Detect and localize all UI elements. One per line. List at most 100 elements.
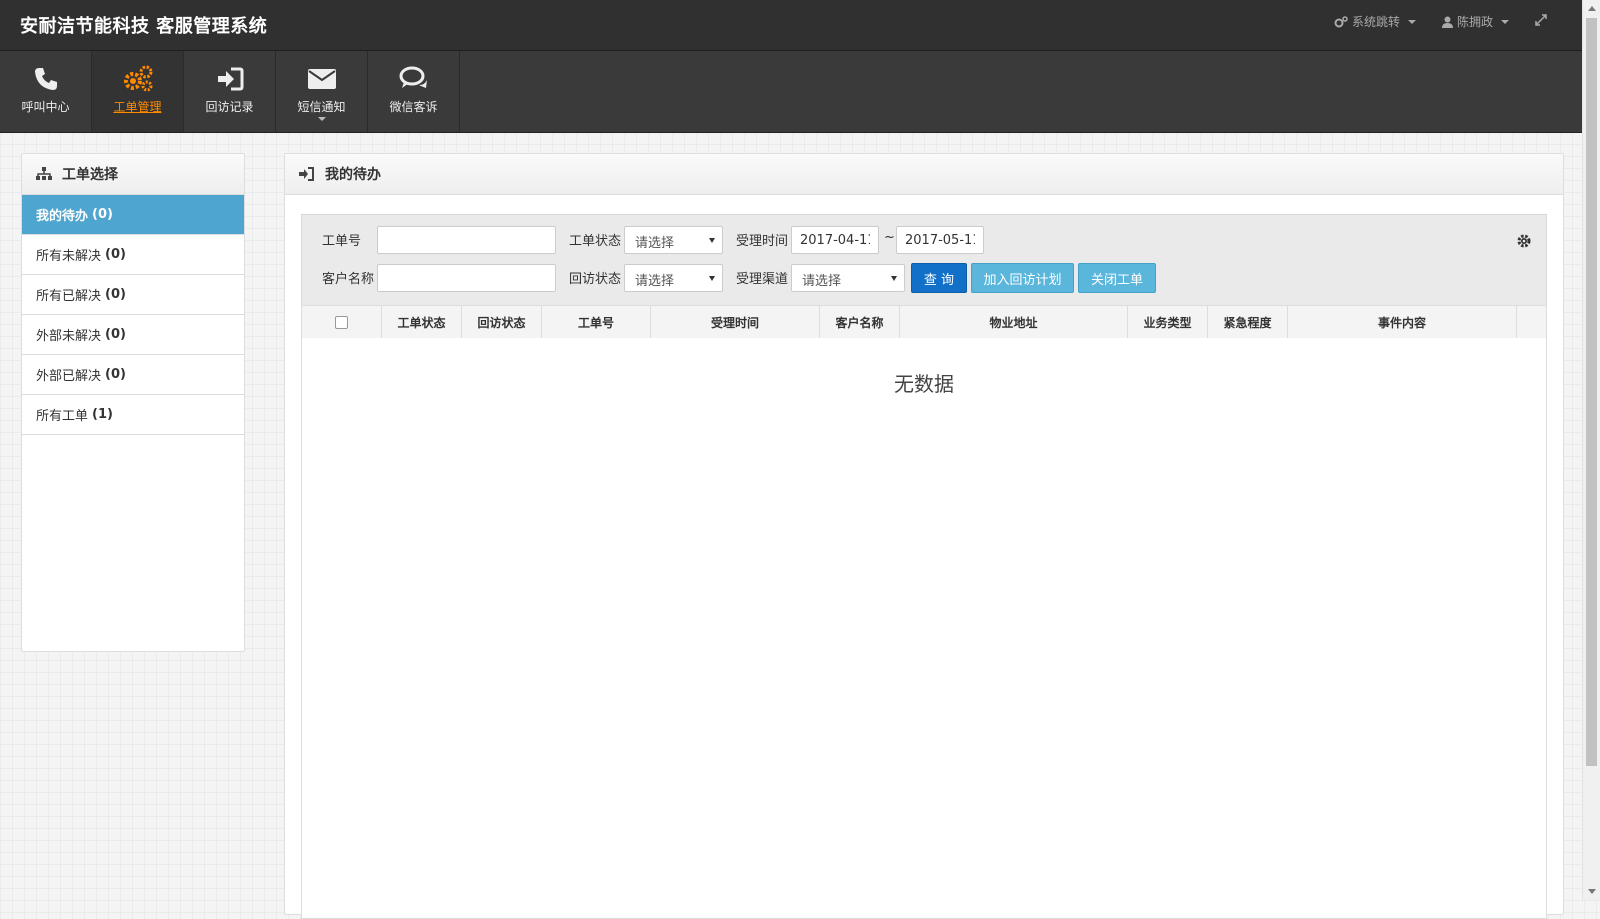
status-select-value: 请选择 (635, 236, 675, 251)
customer-input[interactable] (377, 264, 556, 292)
time-label: 受理时间 (736, 234, 789, 249)
system-switch-label: 系统跳转 (1352, 15, 1401, 29)
app-title: 安耐洁节能科技 客服管理系统 (20, 16, 268, 37)
expand-icon (1535, 14, 1547, 26)
sidebar-item-all-unresolved[interactable]: 所有未解决 (0) (22, 235, 244, 275)
sidebar-item-count: (1) (92, 407, 113, 422)
order-filter-sidebar: 工单选择 我的待办 (0) 所有未解决 (0) 所有已解决 (0) 外部未解决 … (21, 153, 245, 652)
nav-call-center[interactable]: 呼叫中心 (0, 51, 92, 132)
customer-label: 客户名称 (322, 272, 375, 287)
chevron-down-icon (1501, 19, 1510, 24)
page-scrollbar[interactable] (1582, 0, 1600, 900)
sidebar-item-external-resolved[interactable]: 外部已解决 (0) (22, 355, 244, 395)
sidebar-item-all-resolved[interactable]: 所有已解决 (0) (22, 275, 244, 315)
channel-select-value: 请选择 (802, 274, 842, 289)
user-icon (1442, 16, 1453, 28)
sidebar-item-external-unresolved[interactable]: 外部未解决 (0) (22, 315, 244, 355)
sidebar-item-count: (0) (105, 247, 126, 262)
scroll-thumb[interactable] (1586, 18, 1597, 766)
sidebar-item-my-todo[interactable]: 我的待办 (0) (22, 195, 244, 235)
status-label: 工单状态 (569, 234, 622, 249)
sidebar-title: 工单选择 (62, 167, 118, 183)
dropdown-arrow-icon (709, 276, 715, 281)
table-header: 工单状态 回访状态 工单号 受理时间 客户名称 物业地址 业务类型 紧急程度 事… (301, 305, 1547, 339)
time-to-input[interactable] (896, 226, 984, 254)
gear-icon (1517, 234, 1531, 248)
fullscreen-button[interactable] (1535, 14, 1547, 30)
main-panel: 我的待办 工单号 工单状态 请选择 受理时间 ~ 客户名称 回访状态 请选择 受… (284, 153, 1564, 919)
chevron-down-icon (318, 117, 326, 121)
sign-in-icon (299, 167, 314, 181)
sidebar-item-all-orders[interactable]: 所有工单 (1) (22, 395, 244, 435)
sidebar-item-count: (0) (105, 327, 126, 342)
sidebar-item-count: (0) (92, 207, 113, 222)
table-body: 无数据 (301, 338, 1547, 919)
phone-icon (34, 68, 57, 90)
sidebar-item-count: (0) (105, 287, 126, 302)
nav-wechat-complaint[interactable]: 微信客诉 (368, 51, 460, 132)
nav-label: 微信客诉 (389, 100, 438, 114)
select-all-cell (302, 306, 382, 338)
visit-status-select-value: 请选择 (635, 274, 675, 289)
sidebar-item-label: 所有未解决 (36, 249, 102, 264)
user-menu[interactable]: 陈拥政 (1442, 13, 1510, 30)
nav-label: 工单管理 (113, 100, 162, 114)
column-header[interactable]: 事件内容 (1288, 306, 1517, 338)
comments-icon (399, 66, 427, 88)
dropdown-arrow-icon (891, 276, 897, 281)
nav-label: 回访记录 (205, 100, 254, 114)
column-header[interactable]: 工单状态 (382, 306, 462, 338)
order-no-input[interactable] (377, 226, 556, 254)
channel-label: 受理渠道 (736, 272, 789, 287)
envelope-icon (307, 69, 336, 89)
sidebar-item-label: 所有工单 (36, 409, 89, 424)
query-button[interactable]: 查 询 (911, 263, 967, 293)
nav-visit-record[interactable]: 回访记录 (184, 51, 276, 132)
visit-status-select[interactable]: 请选择 (624, 264, 723, 292)
top-bar: 安耐洁节能科技 客服管理系统 系统跳转 陈拥政 (0, 0, 1583, 51)
add-visit-plan-button[interactable]: 加入回访计划 (971, 263, 1074, 293)
sidebar-item-count: (0) (105, 367, 126, 382)
page-title: 我的待办 (325, 167, 381, 183)
column-header[interactable]: 紧急程度 (1208, 306, 1288, 338)
scroll-down-icon[interactable] (1588, 889, 1596, 894)
cogs-icon (1334, 15, 1348, 27)
sidebar-header: 工单选择 (22, 154, 244, 195)
sidebar-item-label: 外部未解决 (36, 329, 102, 344)
order-no-label: 工单号 (322, 234, 362, 249)
sidebar-item-label: 外部已解决 (36, 369, 102, 384)
sidebar-item-label: 所有已解决 (36, 289, 102, 304)
nav-sms-notify[interactable]: 短信通知 (276, 51, 368, 132)
visit-status-label: 回访状态 (569, 272, 622, 287)
column-header[interactable]: 物业地址 (900, 306, 1128, 338)
dropdown-arrow-icon (709, 238, 715, 243)
time-separator: ~ (884, 230, 895, 245)
sitemap-icon (36, 167, 52, 180)
system-switch-menu[interactable]: 系统跳转 (1334, 13, 1417, 30)
column-header[interactable]: 受理时间 (651, 306, 820, 338)
select-all-checkbox[interactable] (335, 315, 348, 329)
main-header: 我的待办 (285, 154, 1563, 195)
user-name: 陈拥政 (1457, 15, 1494, 29)
channel-select[interactable]: 请选择 (791, 264, 905, 292)
column-header[interactable]: 回访状态 (462, 306, 542, 338)
main-nav: 呼叫中心 工单管理 回访记录 短信通知 微信客诉 (0, 51, 1583, 133)
settings-button[interactable] (1516, 233, 1532, 253)
status-select[interactable]: 请选择 (624, 226, 723, 254)
nav-label: 呼叫中心 (21, 100, 70, 114)
search-filter-form: 工单号 工单状态 请选择 受理时间 ~ 客户名称 回访状态 请选择 受理渠道 请… (301, 214, 1547, 305)
close-order-button[interactable]: 关闭工单 (1078, 263, 1156, 293)
cogs-icon (123, 65, 152, 92)
sign-in-icon (217, 67, 243, 91)
column-header[interactable]: 业务类型 (1128, 306, 1208, 338)
nav-work-order[interactable]: 工单管理 (92, 51, 184, 132)
empty-state-text: 无数据 (894, 372, 954, 396)
column-header[interactable]: 客户名称 (820, 306, 900, 338)
scroll-up-icon[interactable] (1588, 6, 1596, 11)
sidebar-item-label: 我的待办 (36, 209, 89, 224)
time-from-input[interactable] (791, 226, 879, 254)
nav-label: 短信通知 (297, 100, 346, 114)
chevron-down-icon (1408, 19, 1417, 24)
column-header[interactable]: 工单号 (542, 306, 651, 338)
column-filler (1517, 306, 1546, 338)
